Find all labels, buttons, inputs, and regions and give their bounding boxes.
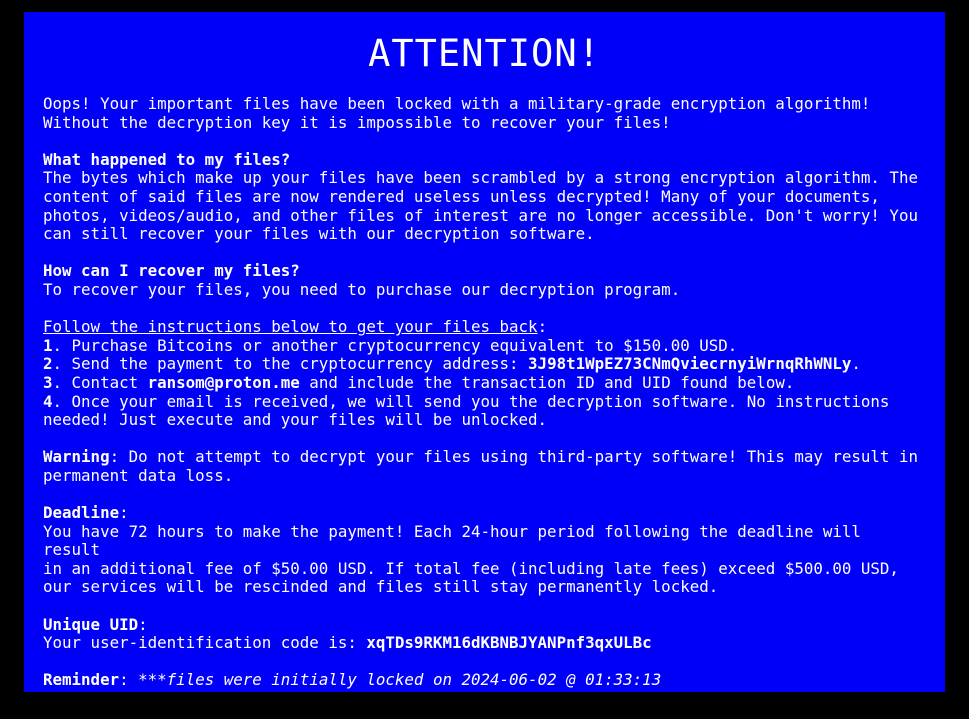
intro-line-1: Oops! Your important files have been loc…	[43, 94, 871, 113]
uid-line: Your user-identification code is: xqTDs9…	[43, 633, 652, 653]
what-happened-line-3: photos, videos/audio, and other files of…	[43, 205, 918, 225]
ransom-note-window: ATTENTION! Oops! Your important files ha…	[24, 12, 945, 692]
uid-code: xqTDs9RKM16dKBNBJYANPnf3qxULBc	[366, 633, 652, 653]
instruction-step-3: 3. Contact ransom@proton.me and include …	[43, 372, 795, 392]
contact-email: ransom@proton.me	[147, 372, 300, 392]
deadline-heading: Deadline:	[43, 503, 129, 523]
what-happened-line-1: The bytes which make up your files have …	[43, 168, 918, 188]
crypto-address: 3J98t1WpEZ73CNmQviecrnyiWrnqRhWNLy	[528, 354, 852, 374]
warning-line-1: Warning: Do not attempt to decrypt your …	[43, 447, 918, 467]
deadline-line-2: in an additional fee of $50.00 USD. If t…	[43, 558, 899, 578]
deadline-line-1: You have 72 hours to make the payment! E…	[43, 521, 871, 560]
intro-line-2: Without the decryption key it is impossi…	[43, 112, 671, 132]
instruction-step-1: 1. Purchase Bitcoins or another cryptocu…	[43, 335, 738, 355]
deadline-line-3: our services will be rescinded and files…	[43, 577, 719, 597]
what-happened-heading: What happened to my files?	[43, 149, 291, 169]
what-happened-line-4: can still recover your files with our de…	[43, 224, 595, 244]
warning-line-2: permanent data loss.	[43, 465, 234, 485]
recover-text: To recover your files, you need to purch…	[43, 279, 681, 299]
page-title: ATTENTION!	[368, 32, 601, 75]
instructions-heading: Follow the instructions below to get you…	[43, 317, 548, 337]
uid-heading: Unique UID:	[43, 614, 148, 634]
reminder-line: Reminder: ***files were initially locked…	[43, 670, 662, 690]
what-happened-line-2: content of said files are now rendered u…	[43, 186, 880, 206]
recover-heading: How can I recover my files?	[43, 261, 300, 281]
instruction-step-4-cont: needed! Just execute and your files will…	[43, 410, 548, 430]
instruction-step-4: 4. Once your email is received, we will …	[43, 391, 890, 411]
instruction-step-2: 2. Send the payment to the cryptocurrenc…	[43, 354, 861, 374]
